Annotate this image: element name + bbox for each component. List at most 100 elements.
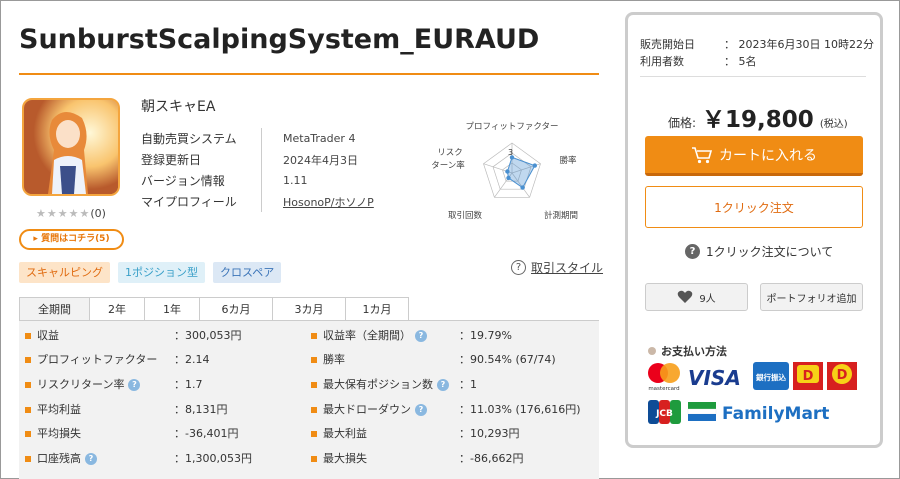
title-divider (19, 73, 599, 75)
stats-row: 口座残高? ：1,300,053円 最大損失 ：-86,662円 (19, 447, 599, 470)
add-portfolio-button[interactable]: ポートフォリオ追加 (760, 283, 863, 311)
stat-label-text: 最大損失 (323, 452, 367, 465)
help-icon[interactable]: ? (437, 378, 449, 391)
payment-title-text: お支払い方法 (661, 345, 727, 358)
stat-label-text: プロフィットファクター (37, 353, 158, 366)
product-title: SunburstScalpingSystem_EURAUD (19, 24, 540, 55)
info-key: バージョン情報 (141, 174, 225, 188)
stat-label-text: 口座残高 (37, 452, 81, 465)
info-key: 自動売買システム (141, 132, 237, 146)
meta-row: 利用者数 ： 5名 (640, 53, 874, 70)
dot-icon (648, 347, 656, 355)
stats-row: プロフィットファクター ：2.14 勝率 ：90.54% (67/74) (19, 348, 599, 371)
meta-value: ： 2023年6月30日 10時22分 (724, 38, 874, 51)
payment-logos: mastercard VISA 銀行振込 D D JCB FamilyMart (648, 362, 857, 424)
tag-cross-pair[interactable]: クロスペア (213, 262, 282, 283)
tab-1-month[interactable]: 1カ月 (345, 297, 409, 321)
tag-scalping[interactable]: スキャルピング (19, 262, 110, 283)
info-row: 登録更新日 2024年4月3日 (141, 149, 374, 170)
svg-text:D: D (837, 368, 848, 383)
radar-chart: プロフィットファクター リスク ターン率 勝率 取引回数 計測期間 3 (431, 122, 578, 221)
stat-value: ：19.79% (459, 329, 512, 342)
info-value: 2024年4月3日 (283, 153, 358, 167)
mastercard-logo: mastercard (648, 363, 680, 392)
trade-style-link[interactable]: ? 取引スタイル (511, 259, 603, 276)
info-value: 1.11 (283, 174, 308, 187)
radar-data-shape (506, 156, 536, 189)
bullet-icon (25, 430, 31, 437)
radar-label-trade-count: 取引回数 (448, 210, 483, 221)
help-icon[interactable]: ? (415, 329, 427, 342)
radar-label-risk-1: リスク (437, 148, 463, 158)
tab-6-months[interactable]: 6カ月 (199, 297, 273, 321)
stat-value: ：10,293円 (459, 427, 520, 440)
about-one-click-link[interactable]: ? 1クリック注文について (685, 243, 833, 260)
stat-label: プロフィットファクター (25, 348, 157, 371)
info-row: マイプロフィール HosonoP/ホソノP (141, 191, 374, 212)
tab-all-period[interactable]: 全期間 (19, 297, 90, 321)
price: 価格: ￥19,800 (税込) (668, 100, 848, 134)
ea-name: 朝スキャEA (141, 99, 216, 115)
favorite-button[interactable]: 9人 (645, 283, 748, 311)
price-tax: (税込) (819, 119, 848, 130)
bullet-icon (25, 455, 31, 462)
one-click-order-button[interactable]: 1クリック注文 (645, 186, 863, 228)
help-icon[interactable]: ? (85, 452, 97, 465)
bank-transfer-logo: 銀行振込 (753, 362, 789, 390)
trade-style-text: 取引スタイル (531, 261, 604, 275)
question-button[interactable]: ▸ 質問はコチラ(5) (19, 229, 124, 250)
bullet-icon (25, 332, 31, 339)
tag-one-position[interactable]: 1ポジション型 (118, 262, 205, 283)
svg-text:D: D (803, 369, 814, 384)
period-tabs: 全期間 2年 1年 6カ月 3カ月 1カ月 (19, 297, 409, 321)
familymart-logo: FamilyMart (687, 402, 829, 424)
stat-value: ：1 (459, 378, 477, 391)
help-icon[interactable]: ? (415, 403, 427, 416)
radar-point (506, 175, 511, 181)
jcb-logo: JCB (648, 400, 681, 424)
add-to-cart-label: カートに入れる (719, 147, 817, 164)
product-info-list: 自動売買システム MetaTrader 4 登録更新日 2024年4月3日 バー… (141, 128, 374, 212)
bullet-icon (311, 455, 317, 462)
info-divider (261, 128, 262, 212)
stat-label: 最大利益 (311, 422, 367, 445)
rating-stars: ★★★★★(0) (36, 207, 106, 220)
stat-label-text: 最大ドローダウン (323, 403, 411, 416)
meta-key: 利用者数 (640, 55, 684, 68)
stat-label-text: 平均利益 (37, 403, 81, 416)
help-icon[interactable]: ? (128, 378, 141, 391)
familymart-text: FamilyMart (722, 404, 829, 424)
stat-label-text: 収益 (37, 329, 59, 342)
tab-1-year[interactable]: 1年 (144, 297, 200, 321)
stat-value: ：-36,401円 (174, 427, 239, 440)
bank-transfer-text: 銀行振込 (755, 372, 786, 382)
product-avatar[interactable] (22, 98, 120, 196)
stat-label-text: 勝率 (323, 353, 345, 366)
convenience-store-logo-1: D (793, 362, 823, 390)
radar-point (520, 185, 525, 190)
stat-value: ：300,053円 (174, 329, 242, 342)
bullet-icon (311, 332, 317, 339)
radar-label-risk-2: ターン率 (431, 160, 465, 171)
price-value: ￥19,800 (702, 107, 814, 133)
star-icons: ★★★★★ (36, 207, 91, 220)
add-to-cart-button[interactable]: カートに入れる (645, 136, 863, 176)
bullet-icon (25, 406, 31, 413)
profile-link[interactable]: HosonoP/ホソノP (259, 194, 374, 210)
radar-point (505, 169, 510, 174)
mastercard-text: mastercard (648, 386, 679, 392)
meta-value: ： 5名 (724, 55, 757, 68)
payment-methods-title: お支払い方法 (648, 343, 727, 359)
info-value: MetaTrader 4 (283, 132, 356, 145)
bullet-icon (25, 356, 31, 363)
tab-2-years[interactable]: 2年 (89, 297, 145, 321)
stat-value: ：8,131円 (174, 403, 228, 416)
stat-label: 口座残高? (25, 447, 97, 470)
tab-3-months[interactable]: 3カ月 (272, 297, 346, 321)
stat-label: 最大ドローダウン? (311, 398, 427, 421)
bullet-icon (311, 430, 317, 437)
visa-logo: VISA (688, 366, 741, 390)
stat-label: 勝率 (311, 348, 345, 371)
stat-value: ：90.54% (67/74) (459, 353, 556, 366)
stat-value: ：11.03% (176,616円) (459, 403, 581, 416)
